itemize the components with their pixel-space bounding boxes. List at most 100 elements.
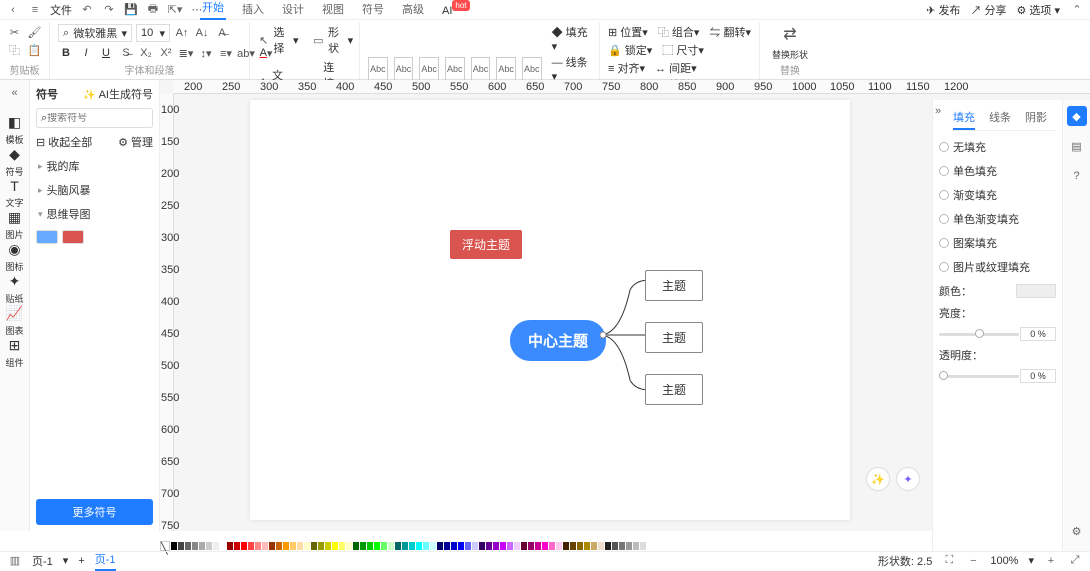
zoom-out-icon[interactable]: − (966, 554, 980, 568)
color-swatch-item[interactable] (430, 542, 436, 550)
lib-my[interactable]: ▸我的库 (36, 154, 153, 178)
rail-style-icon[interactable]: ◆ (1067, 106, 1087, 126)
rail-help-icon[interactable]: ? (1067, 166, 1087, 186)
color-swatch-item[interactable] (444, 542, 450, 550)
color-swatch-item[interactable] (423, 542, 429, 550)
color-swatch-item[interactable] (570, 542, 576, 550)
bold-button[interactable]: B (58, 45, 74, 61)
color-swatch-item[interactable] (192, 542, 198, 550)
color-swatch-item[interactable] (283, 542, 289, 550)
color-swatch-item[interactable] (437, 542, 443, 550)
rtab-fill[interactable]: 填充 (953, 106, 975, 130)
leftrail-图标[interactable]: ◉图标 (5, 241, 23, 273)
tab-view[interactable]: 视图 (320, 0, 346, 20)
group-button[interactable]: ⿻ 组合▾ (658, 24, 700, 40)
italic-button[interactable]: I (78, 45, 94, 61)
color-swatch-item[interactable] (514, 542, 520, 550)
no-color-icon[interactable]: ╲ (160, 541, 170, 551)
manage-button[interactable]: ⚙ 管理 (118, 134, 153, 150)
color-swatch-item[interactable] (199, 542, 205, 550)
style-preset-7[interactable]: Abc (522, 57, 542, 81)
color-swatch-item[interactable] (493, 542, 499, 550)
color-swatch-item[interactable] (598, 542, 604, 550)
color-swatch-item[interactable] (185, 542, 191, 550)
rail-settings-icon[interactable]: ⚙ (1067, 521, 1087, 541)
collapse-left-icon[interactable]: « (8, 86, 22, 100)
page-select[interactable]: 页-1 (32, 553, 53, 569)
color-swatch-item[interactable] (318, 542, 324, 550)
sup-button[interactable]: X² (158, 45, 174, 61)
lock-button[interactable]: 🔒 锁定▾ (608, 42, 652, 58)
color-swatch-item[interactable] (255, 542, 261, 550)
color-swatch-item[interactable] (500, 542, 506, 550)
zoom-value[interactable]: 100% (990, 555, 1018, 567)
color-swatch-item[interactable] (577, 542, 583, 550)
paste-icon[interactable]: 📋 (27, 42, 43, 58)
cut-icon[interactable]: ✂ (7, 24, 23, 40)
style-preset-2[interactable]: Abc (394, 57, 414, 81)
color-swatch-item[interactable] (220, 542, 226, 550)
strike-button[interactable]: S̶ (118, 45, 134, 61)
flip-button[interactable]: ⇋ 翻转▾ (709, 24, 751, 40)
style-preset-4[interactable]: Abc (445, 57, 465, 81)
color-swatch-item[interactable] (213, 542, 219, 550)
select-tool[interactable]: ↖ (258, 32, 269, 48)
color-swatch-item[interactable] (605, 542, 611, 550)
font-shrink-icon[interactable]: A↓ (194, 25, 210, 41)
font-size-select[interactable]: 10▾ (136, 24, 170, 42)
color-swatch-item[interactable] (451, 542, 457, 550)
symbol-thumb-1[interactable] (36, 230, 58, 244)
tab-start[interactable]: 开始 (200, 0, 226, 20)
fill-option-5[interactable]: 图片或纹理填充 (939, 259, 1056, 275)
color-swatch-item[interactable] (549, 542, 555, 550)
canvas-page[interactable]: 浮动主题 中心主题 主题 主题 主题 (250, 100, 850, 520)
color-swatch-item[interactable] (409, 542, 415, 550)
line-dropdown[interactable]: — 线条 ▾ (552, 54, 591, 83)
tab-symbol[interactable]: 符号 (360, 0, 386, 20)
color-swatch-item[interactable] (332, 542, 338, 550)
leftrail-图表[interactable]: 📈图表 (5, 305, 23, 337)
spacing-arrange-button[interactable]: ↔ 间距▾ (655, 60, 697, 76)
ai-generate-link[interactable]: ✨ AI生成符号 (83, 86, 153, 102)
color-swatch-item[interactable] (619, 542, 625, 550)
color-swatch-item[interactable] (262, 542, 268, 550)
color-swatch-item[interactable] (465, 542, 471, 550)
magic-float-button[interactable]: ✦ (896, 467, 920, 491)
color-swatch-item[interactable] (311, 542, 317, 550)
zoom-in-icon[interactable]: + (1044, 554, 1058, 568)
sub-topic-1[interactable]: 主题 (645, 270, 703, 301)
color-swatch-item[interactable] (591, 542, 597, 550)
align-arrange-button[interactable]: ≡ 对齐▾ (608, 60, 645, 76)
color-swatch-item[interactable] (353, 542, 359, 550)
color-swatch-item[interactable] (304, 542, 310, 550)
fullscreen-icon[interactable]: ⤢ (1068, 554, 1082, 568)
color-swatch-item[interactable] (234, 542, 240, 550)
color-swatch-item[interactable] (248, 542, 254, 550)
page-tab-1[interactable]: 页-1 (95, 551, 116, 571)
fill-option-2[interactable]: 渐变填充 (939, 187, 1056, 203)
collapse-right-icon[interactable]: » (931, 104, 945, 118)
fit-icon[interactable]: ⛶ (942, 554, 956, 568)
collapse-all-button[interactable]: ⊟ 收起全部 (36, 134, 92, 150)
fill-dropdown[interactable]: ◆ 填充 ▾ (552, 24, 591, 53)
replace-shape-icon[interactable]: ⇄ (782, 26, 798, 42)
search-input[interactable] (47, 113, 127, 124)
ai-float-button[interactable]: ✨ (866, 467, 890, 491)
spacing-button[interactable]: ↕▾ (198, 45, 214, 61)
brightness-slider[interactable] (939, 333, 1019, 336)
color-swatch-item[interactable] (528, 542, 534, 550)
leftrail-组件[interactable]: ⊞组件 (5, 337, 23, 369)
color-swatch-item[interactable] (458, 542, 464, 550)
lib-mindmap[interactable]: ▾思维导图 (36, 202, 153, 226)
tab-insert[interactable]: 插入 (240, 0, 266, 20)
floating-topic-node[interactable]: 浮动主题 (450, 230, 522, 259)
color-swatch-item[interactable] (640, 542, 646, 550)
color-swatch-item[interactable] (626, 542, 632, 550)
leftrail-符号[interactable]: ◆符号 (5, 146, 23, 178)
color-swatch-item[interactable] (479, 542, 485, 550)
lib-brainstorm[interactable]: ▸头脑风暴 (36, 178, 153, 202)
font-grow-icon[interactable]: A↑ (174, 25, 190, 41)
shape-tool[interactable]: ▭ (313, 32, 324, 48)
style-preset-3[interactable]: Abc (419, 57, 439, 81)
tab-advanced[interactable]: 高级 (400, 0, 426, 20)
